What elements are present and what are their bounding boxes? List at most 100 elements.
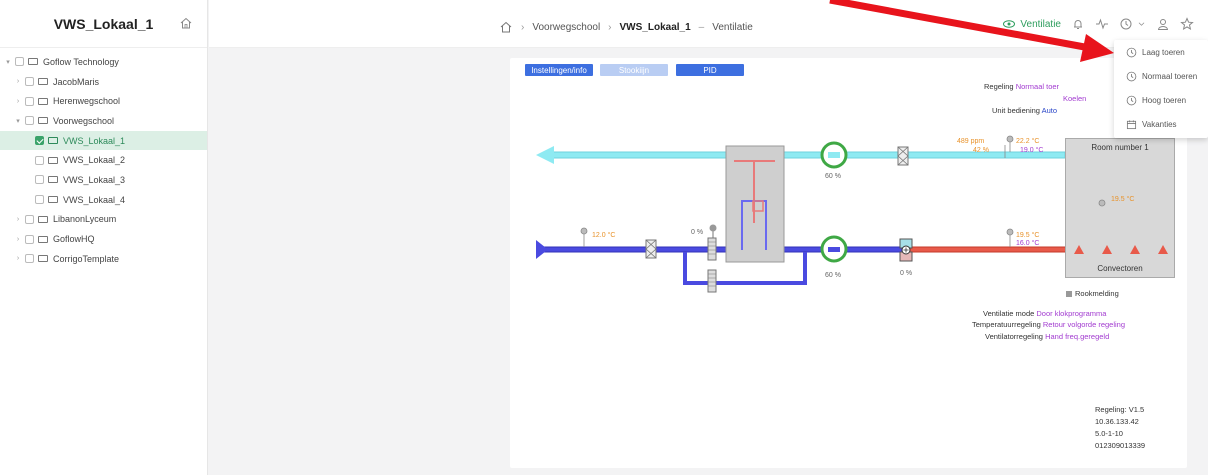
tree-item[interactable]: › Herenwegschool	[0, 91, 207, 111]
chevron-icon[interactable]: ▾	[14, 117, 22, 125]
menu-item-laag-toeren[interactable]: Laag toeren	[1114, 40, 1208, 64]
tree-item[interactable]: › JacobMaris	[0, 72, 207, 92]
breadcrumb-separator: ›	[608, 21, 612, 33]
ventreg-value[interactable]: Hand freq.geregeld	[1045, 332, 1109, 341]
checkbox[interactable]	[35, 175, 44, 185]
checkbox[interactable]	[35, 195, 44, 205]
chevron-icon[interactable]: ›	[14, 255, 22, 262]
menu-item-normaal-toeren[interactable]: Normaal toeren	[1114, 64, 1208, 88]
ventilation-panel: Instellingen/info Stookiijn PID Regeling…	[510, 58, 1187, 468]
controller-version: Regeling: V1.5	[1095, 405, 1145, 414]
chevron-icon[interactable]: ›	[14, 236, 22, 243]
breadcrumb: › Voorwegschool › VWS_Lokaal_1 – Ventila…	[499, 20, 753, 34]
bell-icon[interactable]	[1071, 17, 1085, 31]
supply-fan-pct: 60 %	[825, 272, 841, 279]
info-ventreg: Ventilatorregeling Hand freq.geregeld	[985, 332, 1109, 341]
breadcrumb-ventilatie: Ventilatie	[712, 21, 753, 33]
user-icon[interactable]	[1156, 17, 1170, 31]
tree-item[interactable]: › CorrigoTemplate	[0, 249, 207, 269]
chevron-icon[interactable]: ›	[14, 216, 22, 223]
tree-item[interactable]: › GoflowHQ	[0, 229, 207, 249]
ventmode-label: Ventilatie mode	[983, 309, 1035, 318]
valve-actuator	[709, 224, 717, 232]
smoke-label: Rookmelding	[1075, 289, 1119, 298]
tree-item[interactable]: VWS_Lokaal_4	[0, 190, 207, 210]
folder-icon	[28, 58, 38, 66]
activity-icon[interactable]	[1095, 17, 1109, 31]
humidity-value: 42 %	[973, 147, 989, 154]
controller-info: Regeling: V1.5 10.36.133.42 5.0-1-10 012…	[1095, 404, 1145, 452]
tree-item[interactable]: › LibanonLyceum	[0, 210, 207, 230]
ventreg-label: Ventilatorregeling	[985, 332, 1043, 341]
folder-icon	[48, 176, 58, 184]
ventilation-status[interactable]: Ventilatie	[1002, 17, 1061, 31]
tree-item-label: Herenwegschool	[53, 96, 121, 107]
room-temp-value: 19.5 °C	[1111, 196, 1135, 203]
checkbox[interactable]	[25, 234, 34, 244]
checkbox[interactable]	[15, 57, 24, 67]
home-icon[interactable]	[499, 20, 513, 34]
filter-bypass	[707, 269, 717, 293]
controller-firmware: 5.0-1-10	[1095, 429, 1123, 438]
sidebar-header: VWS_Lokaal_1	[0, 0, 207, 48]
tree-item-label: LibanonLyceum	[53, 214, 117, 225]
home-icon[interactable]	[179, 16, 193, 30]
ventmode-value[interactable]: Door klokprogramma	[1036, 309, 1106, 318]
menu-item-vakanties[interactable]: Vakanties	[1114, 112, 1208, 136]
chevron-icon[interactable]: ›	[14, 98, 22, 105]
top-actions: Ventilatie	[1002, 17, 1194, 31]
clock-icon	[1126, 95, 1137, 105]
checkbox[interactable]	[35, 155, 44, 165]
heater-pct: 0 %	[900, 270, 913, 277]
smoke-detector: Rookmelding	[1066, 289, 1119, 298]
checkbox[interactable]	[25, 77, 34, 87]
ventilation-status-label: Ventilatie	[1020, 18, 1061, 30]
tree-item[interactable]: ▾ Goflow Technology	[0, 52, 207, 72]
top-bar: › Voorwegschool › VWS_Lokaal_1 – Ventila…	[209, 0, 1208, 48]
outside-temp-sensor	[580, 227, 588, 235]
tree-item-label: VWS_Lokaal_1	[63, 135, 126, 146]
checkbox[interactable]	[25, 254, 34, 264]
tree-item-label: VWS_Lokaal_2	[63, 155, 126, 166]
chevron-down-icon[interactable]	[1137, 17, 1146, 31]
convector-label: Convectoren	[1097, 264, 1143, 273]
menu-item-label: Hoog toeren	[1142, 95, 1187, 105]
checkbox[interactable]	[25, 214, 34, 224]
checkbox[interactable]	[35, 136, 44, 146]
sidebar: VWS_Lokaal_1 ▾ Goflow Technology › JacobMar…	[0, 0, 208, 475]
breadcrumb-separator: ›	[521, 21, 525, 33]
return-damper	[897, 146, 909, 166]
tree-item[interactable]: VWS_Lokaal_3	[0, 170, 207, 190]
folder-icon	[38, 97, 48, 105]
supply-temp-value: 19.5 °C	[1016, 232, 1040, 239]
exhaust-fan-duct	[828, 152, 840, 158]
folder-icon	[38, 235, 48, 243]
folder-icon	[48, 137, 58, 145]
tree-item[interactable]: VWS_Lokaal_2	[0, 150, 207, 170]
temp-value[interactable]: Retour volgorde regeling	[1043, 320, 1125, 329]
breadcrumb-dash: –	[698, 21, 705, 33]
supply-fan-duct	[828, 247, 840, 252]
tree-item-label: Voorwegschool	[53, 115, 115, 126]
controller-serial: 012309013339	[1095, 441, 1146, 450]
breadcrumb-voorwegschool[interactable]: Voorwegschool	[532, 22, 600, 33]
menu-item-hoog-toeren[interactable]: Hoog toeren	[1114, 88, 1208, 112]
schedule-dropdown: Laag toeren Normaal toeren Hoog toeren V…	[1114, 40, 1208, 138]
return-temp-sensor	[1006, 135, 1014, 143]
folder-icon	[38, 215, 48, 223]
breadcrumb-lokaal[interactable]: VWS_Lokaal_1	[620, 22, 691, 33]
tree-item[interactable]: VWS_Lokaal_1	[0, 130, 207, 151]
room-unit: Room number 1 19.5 °C Convectoren	[1065, 138, 1175, 278]
calendar-icon	[1126, 119, 1137, 129]
tree-item-label: VWS_Lokaal_4	[63, 194, 126, 205]
checkbox[interactable]	[25, 96, 34, 106]
return-temp-value: 22.2 °C	[1016, 138, 1040, 145]
chevron-icon[interactable]: ›	[14, 78, 22, 85]
chevron-icon[interactable]: ▾	[4, 58, 12, 66]
clock-icon[interactable]	[1119, 17, 1133, 31]
checkbox[interactable]	[25, 116, 34, 126]
folder-icon	[38, 117, 48, 125]
temp-label: Temperatuurregeling	[972, 320, 1041, 329]
tree-item[interactable]: ▾ Voorwegschool	[0, 111, 207, 131]
star-icon[interactable]	[1180, 17, 1194, 31]
